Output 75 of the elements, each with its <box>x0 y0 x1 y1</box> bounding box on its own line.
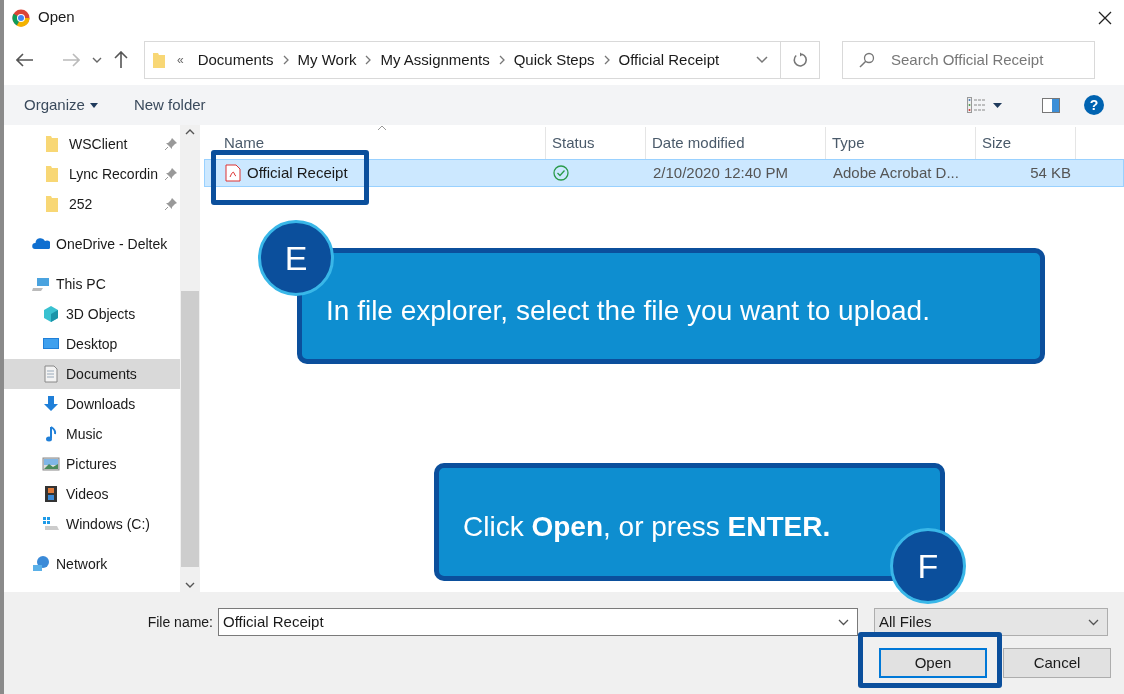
caret-icon <box>89 102 98 108</box>
preview-pane-icon[interactable] <box>1042 97 1060 113</box>
dropdown-chevron-icon[interactable] <box>1088 618 1099 626</box>
scrollbar-track[interactable] <box>180 125 200 592</box>
breadcrumb-item[interactable]: Documents <box>191 48 280 72</box>
dropdown-chevron-icon[interactable] <box>756 56 768 64</box>
pdf-file-icon <box>225 164 241 182</box>
sidebar-item[interactable]: Lync Recordin <box>4 159 180 189</box>
file-type-dropdown[interactable]: All Files <box>874 608 1108 636</box>
back-arrow-icon[interactable] <box>16 53 34 67</box>
sort-ascending-icon[interactable] <box>377 125 387 131</box>
image-icon <box>42 455 60 473</box>
film-strip-icon <box>42 485 60 503</box>
cancel-button[interactable]: Cancel <box>1003 648 1111 678</box>
pin-icon[interactable] <box>165 138 177 150</box>
help-icon[interactable]: ? <box>1084 95 1104 115</box>
drive-icon <box>42 515 60 533</box>
sidebar-item[interactable]: This PC <box>4 269 180 299</box>
file-name-text: Official Receipt <box>247 162 348 183</box>
organize-menu-button[interactable]: Organize <box>24 93 98 117</box>
new-folder-button[interactable]: New folder <box>133 93 206 117</box>
step-badge: E <box>258 220 334 296</box>
sidebar-item[interactable]: Desktop <box>4 329 180 359</box>
breadcrumb-item[interactable]: My Work <box>291 48 363 72</box>
sidebar-item[interactable]: 252 <box>4 189 180 219</box>
dropdown-chevron-icon[interactable] <box>838 618 849 626</box>
network-icon <box>32 555 50 573</box>
chevron-right-icon[interactable] <box>365 55 372 65</box>
breadcrumb-item[interactable]: My Assignments <box>374 48 496 72</box>
file-name-label: File name: <box>146 612 214 632</box>
view-options-icon[interactable] <box>967 97 985 113</box>
callout-text: In file explorer, select the file you want to upload. <box>326 294 931 328</box>
download-arrow-icon <box>42 395 60 413</box>
search-icon <box>859 52 875 68</box>
pin-icon[interactable] <box>165 168 177 180</box>
sidebar-item[interactable]: Network <box>4 549 180 579</box>
sidebar-item[interactable]: Videos <box>4 479 180 509</box>
sidebar-item[interactable]: Downloads <box>4 389 180 419</box>
file-row[interactable]: Official Receipt 2/10/2020 12:40 PM Adobe Acrobat D... 54 KB <box>204 159 1124 187</box>
window-title: Open <box>38 7 75 28</box>
computer-icon <box>32 275 50 293</box>
up-arrow-icon[interactable] <box>114 51 128 69</box>
pin-icon[interactable] <box>165 198 177 210</box>
chevron-right-icon[interactable] <box>282 55 289 65</box>
search-field[interactable]: Search Official Receipt <box>842 41 1095 79</box>
scrollbar-thumb[interactable] <box>181 290 199 567</box>
folder-icon <box>153 52 165 68</box>
dropdown-caret-icon[interactable] <box>993 102 1002 108</box>
date-cell-text: 2/10/2020 12:40 PM <box>652 162 790 183</box>
breadcrumb-item[interactable]: Official Receipt <box>612 48 726 72</box>
chevron-right-icon[interactable] <box>498 55 505 65</box>
breadcrumb-item[interactable]: Quick Steps <box>507 48 601 72</box>
type-cell-text: Adobe Acrobat D... <box>832 162 960 183</box>
overflow-chevron-icon[interactable]: « <box>177 51 184 69</box>
size-cell-text: 54 KB <box>1029 162 1072 183</box>
scroll-up-icon[interactable] <box>185 129 195 135</box>
chevron-down-icon[interactable] <box>92 57 102 63</box>
sidebar-item[interactable]: WSClient <box>4 129 180 159</box>
refresh-icon[interactable] <box>792 52 808 68</box>
browser-logo-icon <box>12 8 30 27</box>
cube-icon <box>42 305 60 323</box>
chevron-right-icon[interactable] <box>603 55 610 65</box>
sidebar-item[interactable]: Documents <box>4 359 180 389</box>
sidebar-item[interactable]: Music <box>4 419 180 449</box>
address-bar[interactable]: « Documents My Work My Assignments Quick Steps Official Receipt <box>144 41 820 79</box>
open-button[interactable]: Open <box>879 648 987 678</box>
sidebar-item[interactable]: Pictures <box>4 449 180 479</box>
sidebar-item[interactable]: 3D Objects <box>4 299 180 329</box>
scroll-down-icon[interactable] <box>185 582 195 588</box>
sidebar-item[interactable]: OneDrive - Deltek <box>4 229 180 259</box>
close-icon[interactable] <box>1098 10 1112 25</box>
document-icon <box>42 365 60 383</box>
callout-text: Click Open, or press ENTER. <box>463 510 832 544</box>
file-name-field[interactable]: Official Receipt <box>218 608 858 636</box>
sidebar-item[interactable]: Windows (C:) <box>4 509 180 539</box>
